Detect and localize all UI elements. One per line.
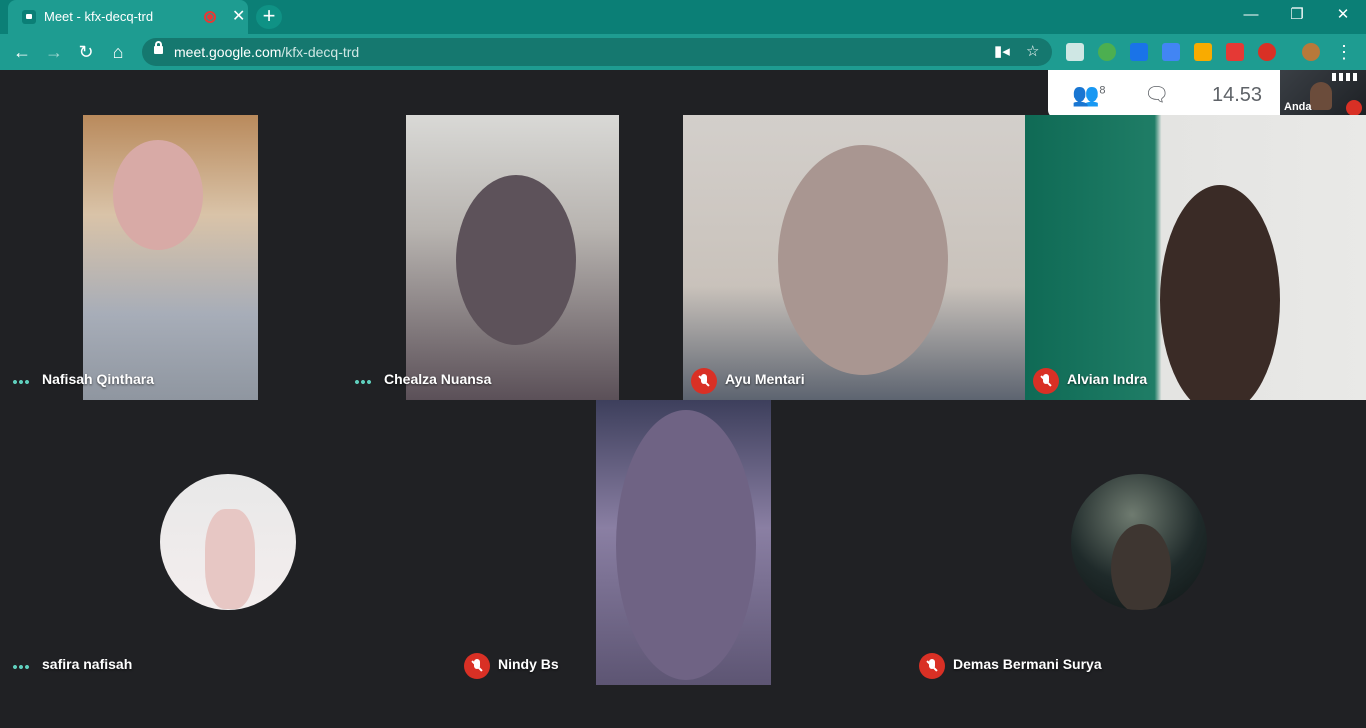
mic-muted-icon	[1033, 368, 1059, 394]
participant-video	[406, 115, 619, 400]
participant-figure	[1111, 524, 1171, 610]
close-window-button[interactable]: ✕	[1320, 0, 1366, 30]
participant-name: Chealza Nuansa	[384, 371, 492, 387]
self-video	[1310, 82, 1332, 110]
adblock-extension-icon[interactable]	[1258, 43, 1276, 61]
mic-muted-icon	[691, 368, 717, 394]
participant-figure	[205, 509, 255, 609]
participant-figure	[456, 175, 576, 345]
video-extension-icon[interactable]	[1226, 43, 1244, 61]
participant-tile[interactable]: Alvian Indra	[1025, 115, 1366, 400]
participant-figure	[1160, 185, 1280, 400]
mic-muted-icon	[919, 653, 945, 679]
participant-tile[interactable]: Demas Bermani Surya	[911, 400, 1366, 685]
restore-button[interactable]: ❐	[1274, 0, 1320, 30]
forward-icon[interactable]: →	[42, 41, 66, 63]
participant-video	[683, 115, 1025, 400]
participants-icon[interactable]: 👥8	[1072, 82, 1106, 108]
participant-figure	[113, 140, 203, 250]
participant-name: Ayu Mentari	[725, 371, 805, 387]
more-options-icon[interactable]	[12, 380, 30, 384]
participant-avatar	[1071, 474, 1207, 610]
meet-top-panel: 👥8 🗨 14.53	[1048, 70, 1280, 118]
honey-extension-icon[interactable]	[1194, 43, 1212, 61]
meet-stage: 👥8 🗨 14.53 Anda Nafisah Qinthara Chealza…	[0, 70, 1366, 728]
profile-avatar[interactable]	[1302, 43, 1320, 61]
more-options-icon[interactable]	[12, 665, 30, 669]
participant-video	[1025, 115, 1366, 400]
browser-titlebar: Meet - kfx-decq-trd ✕ + — ❐ ✕	[0, 0, 1366, 34]
screenshot-extension-icon[interactable]	[1066, 43, 1084, 61]
chat-icon[interactable]: 🗨	[1144, 82, 1169, 107]
url-path: /kfx-decq-trd	[281, 44, 360, 60]
self-view-tile[interactable]: Anda	[1280, 70, 1366, 118]
recording-icon	[204, 11, 216, 23]
participant-figure	[616, 410, 756, 680]
minimize-button[interactable]: —	[1228, 0, 1274, 30]
camera-indicator-icon[interactable]: ▮◂	[994, 42, 1010, 60]
meeting-time: 14.53	[1212, 84, 1263, 106]
reload-icon[interactable]: ↻	[74, 41, 98, 63]
participant-avatar	[160, 474, 296, 610]
participant-name: Alvian Indra	[1067, 371, 1148, 387]
meet-favicon-icon	[22, 10, 36, 24]
url-text[interactable]: meet.google.com/kfx-decq-trd	[174, 44, 359, 60]
download-extension-icon[interactable]	[1130, 43, 1148, 61]
more-options-icon[interactable]	[354, 380, 372, 384]
participant-name: safira nafisah	[42, 656, 133, 672]
participant-figure	[778, 145, 948, 375]
bookmark-star-icon[interactable]: ☆	[1026, 42, 1039, 60]
lock-icon	[154, 41, 163, 54]
participant-tile[interactable]: Nindy Bs	[456, 400, 911, 685]
participant-tile[interactable]: Chealza Nuansa	[342, 115, 683, 400]
participant-name: Nindy Bs	[498, 656, 559, 672]
audio-level-icon	[1332, 73, 1360, 81]
participant-name: Nafisah Qinthara	[42, 371, 155, 387]
tab-close-icon[interactable]: ✕	[232, 6, 245, 26]
browser-toolbar: ← → ↻ ⌂ meet.google.com/kfx-decq-trd ▮◂ …	[0, 34, 1366, 70]
home-icon[interactable]: ⌂	[106, 41, 130, 63]
participant-tile[interactable]: Nafisah Qinthara	[0, 115, 342, 400]
translate-extension-icon[interactable]	[1162, 43, 1180, 61]
url-host: meet.google.com	[174, 44, 282, 60]
browser-tab[interactable]: Meet - kfx-decq-trd ✕	[8, 0, 248, 34]
tab-title: Meet - kfx-decq-trd	[44, 9, 154, 24]
self-label: Anda	[1284, 101, 1312, 113]
participant-video	[596, 400, 771, 685]
mic-muted-icon	[464, 653, 490, 679]
participant-video	[83, 115, 258, 400]
address-bar[interactable]: meet.google.com/kfx-decq-trd ▮◂ ☆	[142, 38, 1052, 66]
participant-name: Demas Bermani Surya	[953, 656, 1102, 672]
new-tab-button[interactable]: +	[256, 5, 282, 29]
participant-tile[interactable]: Ayu Mentari	[683, 115, 1025, 400]
participant-tile[interactable]: safira nafisah	[0, 400, 455, 685]
participants-count: 8	[1099, 84, 1106, 97]
drive-extension-icon[interactable]	[1098, 43, 1116, 61]
menu-kebab-icon[interactable]: ⋮	[1332, 41, 1356, 63]
back-icon[interactable]: ←	[10, 41, 34, 63]
mic-muted-icon	[1346, 100, 1362, 116]
